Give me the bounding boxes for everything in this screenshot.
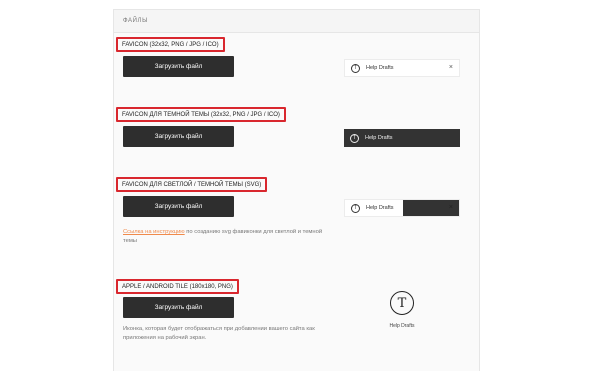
close-icon: × xyxy=(448,204,453,211)
svg-instruction-note: Ссылка на инструкцию по созданию svg фав… xyxy=(123,228,333,246)
favicon-icon: T xyxy=(350,133,359,143)
tab-preview-dark: T Help Drafts xyxy=(344,129,460,147)
tab-preview-light-dark: T Help Drafts × xyxy=(344,199,460,217)
favicon-icon: T xyxy=(351,63,360,73)
instruction-link[interactable]: Ссылка на инструкцию xyxy=(123,229,185,235)
favicon-icon: T xyxy=(351,203,360,213)
tab-preview-light: T Help Drafts × xyxy=(344,59,460,77)
upload-favicon-svg-button[interactable]: Загрузить файл xyxy=(123,196,234,217)
tab-preview-title: Help Drafts xyxy=(366,65,394,71)
tile-caption: Help Drafts xyxy=(389,323,415,329)
upload-favicon-button[interactable]: Загрузить файл xyxy=(123,56,234,77)
close-icon: × xyxy=(448,64,453,71)
favicon-label: FAVICON (32x32, PNG / JPG / ICO) xyxy=(116,37,225,52)
app-tile-preview: T Help Drafts xyxy=(380,291,424,343)
panel-title: ФАЙЛЫ xyxy=(114,10,479,33)
tile-note: Иконка, которая будет отображаться при д… xyxy=(123,326,315,341)
app-tile-icon: T xyxy=(390,291,414,315)
tab-preview-title: Help Drafts xyxy=(365,135,393,141)
apple-android-tile-label: APPLE / ANDROID TILE (180x180, PNG) xyxy=(116,279,239,294)
tab-preview-title: Help Drafts xyxy=(366,205,394,211)
favicon-svg-label: FAVICON ДЛЯ СВЕТЛОЙ / ТЕМНОЙ ТЕМЫ (SVG) xyxy=(116,177,268,192)
upload-favicon-dark-button[interactable]: Загрузить файл xyxy=(123,126,234,147)
favicon-dark-label: FAVICON ДЛЯ ТЕМНОЙ ТЕМЫ (32x32, PNG / JP… xyxy=(116,107,286,122)
upload-tile-button[interactable]: Загрузить файл xyxy=(123,297,234,318)
